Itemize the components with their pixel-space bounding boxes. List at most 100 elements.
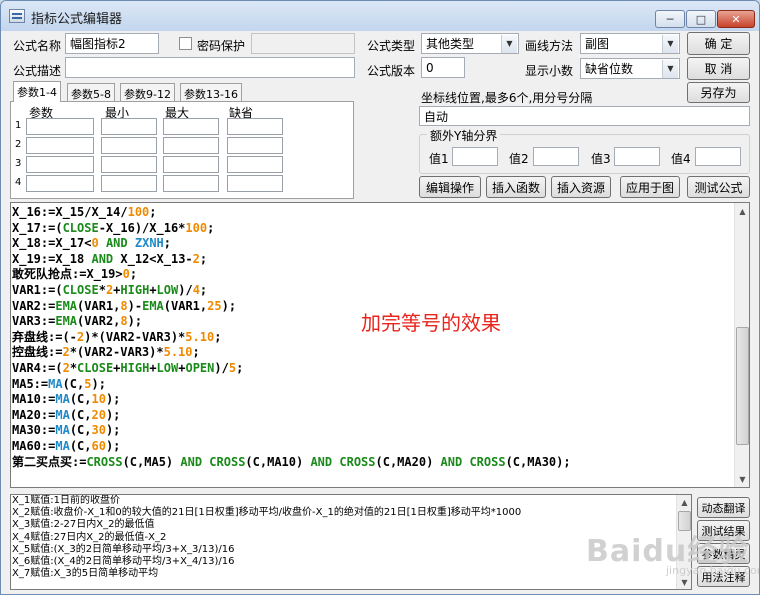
code-token: CROSS bbox=[339, 454, 376, 469]
code-token: (VAR2, bbox=[77, 314, 121, 329]
decimals-select[interactable]: 缺省位数 ▼ bbox=[580, 58, 680, 79]
param-4-max[interactable] bbox=[163, 175, 219, 192]
code-token: MA bbox=[55, 407, 70, 422]
code-token: 10 bbox=[91, 392, 106, 407]
maximize-button[interactable]: □ bbox=[686, 10, 716, 28]
tab-params-5-8[interactable]: 参数5-8 bbox=[67, 83, 115, 101]
save-as-button[interactable]: 另存为 bbox=[687, 82, 750, 103]
code-token: X_19:=X_18 bbox=[12, 251, 92, 266]
edit-operation-button[interactable]: 编辑操作 bbox=[419, 176, 481, 198]
code-token: * bbox=[69, 360, 78, 375]
minimize-icon: ─ bbox=[666, 12, 674, 26]
code-token: 5 bbox=[228, 360, 237, 375]
code-token: (VAR1, bbox=[77, 298, 121, 313]
code-token: MA5:= bbox=[12, 376, 49, 391]
code-token: X_17:=( bbox=[12, 220, 63, 235]
y-value-2-input[interactable] bbox=[533, 147, 579, 166]
param-2-name[interactable] bbox=[26, 137, 94, 154]
formula-type-select[interactable]: 其他类型 ▼ bbox=[421, 33, 519, 54]
param-2-min[interactable] bbox=[101, 137, 157, 154]
param-1-default[interactable] bbox=[227, 118, 283, 135]
code-token: (C,MA30); bbox=[505, 454, 571, 469]
apply-to-chart-button[interactable]: 应用于图 bbox=[620, 176, 680, 198]
code-token: 第二买点买:= bbox=[12, 454, 87, 469]
code-token: -X_16)/X_16* bbox=[98, 220, 186, 235]
y-value-4-label: 值4 bbox=[671, 152, 691, 166]
param-3-default[interactable] bbox=[227, 156, 283, 173]
insert-resource-button[interactable]: 插入资源 bbox=[551, 176, 611, 198]
y-value-1-input[interactable] bbox=[452, 147, 498, 166]
code-token: LOW bbox=[156, 282, 179, 297]
code-token: ); bbox=[105, 423, 121, 438]
param-4-name[interactable] bbox=[26, 175, 94, 192]
formula-name-label: 公式名称 bbox=[13, 39, 62, 53]
code-token: 2 bbox=[192, 251, 200, 266]
code-token: ); bbox=[221, 298, 237, 313]
y-value-4-input[interactable] bbox=[695, 147, 741, 166]
code-token: AND bbox=[180, 454, 203, 469]
cancel-button[interactable]: 取 消 bbox=[687, 57, 750, 80]
ok-button[interactable]: 确 定 bbox=[687, 32, 750, 55]
code-token: AND bbox=[310, 454, 333, 469]
decimals-value: 缺省位数 bbox=[585, 62, 634, 76]
code-token: 8 bbox=[120, 298, 128, 313]
param-1-min[interactable] bbox=[101, 118, 157, 135]
scroll-thumb[interactable] bbox=[736, 327, 749, 445]
annotation-text: 加完等号的效果 bbox=[361, 311, 501, 335]
formula-type-label: 公式类型 bbox=[367, 39, 416, 53]
close-button[interactable]: ✕ bbox=[717, 10, 755, 28]
code-token: 25 bbox=[207, 298, 222, 313]
chevron-down-icon[interactable]: ▼ bbox=[662, 60, 678, 78]
param-2-max[interactable] bbox=[163, 137, 219, 154]
formula-name-input[interactable]: 幅图指标2 bbox=[65, 33, 159, 54]
code-token: *(VAR2-VAR3)* bbox=[69, 345, 164, 360]
param-1-max[interactable] bbox=[163, 118, 219, 135]
param-2-default[interactable] bbox=[227, 137, 283, 154]
code-token: )- bbox=[127, 298, 143, 313]
chevron-down-icon[interactable]: ▼ bbox=[662, 35, 678, 53]
scroll-down-icon[interactable]: ▼ bbox=[735, 471, 750, 487]
formula-code-editor[interactable]: X_16:=X_15/X_14/100; X_17:=(CLOSE-X_16)/X… bbox=[10, 202, 750, 488]
code-token: ; bbox=[199, 251, 208, 266]
code-token: 100 bbox=[127, 205, 150, 219]
param-4-min[interactable] bbox=[101, 175, 157, 192]
dynamic-translate-button[interactable]: 动态翻译 bbox=[697, 497, 750, 518]
param-row-index: 4 bbox=[15, 177, 22, 188]
draw-method-select[interactable]: 副图 ▼ bbox=[580, 33, 680, 54]
minimize-button[interactable]: ─ bbox=[655, 10, 685, 28]
code-token: ; bbox=[163, 236, 172, 251]
code-token: 60 bbox=[91, 438, 106, 453]
tab-params-13-16[interactable]: 参数13-16 bbox=[180, 83, 242, 101]
scroll-up-icon[interactable]: ▲ bbox=[677, 495, 692, 509]
test-formula-button[interactable]: 测试公式 bbox=[687, 176, 750, 198]
password-input[interactable] bbox=[251, 33, 355, 54]
param-row-index: 3 bbox=[15, 158, 22, 169]
password-checkbox[interactable] bbox=[179, 37, 192, 50]
formula-desc-input[interactable] bbox=[65, 57, 355, 78]
draw-method-label: 画线方法 bbox=[525, 39, 574, 53]
param-4-default[interactable] bbox=[227, 175, 283, 192]
axis-position-input[interactable]: 自动 bbox=[419, 106, 750, 126]
title-bar[interactable]: 指标公式编辑器 ─ □ ✕ bbox=[1, 1, 759, 31]
editor-scrollbar[interactable]: ▲ ▼ bbox=[734, 203, 749, 487]
param-1-name[interactable] bbox=[26, 118, 94, 135]
param-3-name[interactable] bbox=[26, 156, 94, 173]
param-3-max[interactable] bbox=[163, 156, 219, 173]
code-token: CLOSE bbox=[77, 360, 114, 375]
tab-params-9-12[interactable]: 参数9-12 bbox=[120, 83, 175, 101]
formula-type-value: 其他类型 bbox=[426, 37, 475, 51]
formula-code[interactable]: X_16:=X_15/X_14/100; X_17:=(CLOSE-X_16)/X… bbox=[12, 205, 571, 470]
formula-version-input[interactable]: 0 bbox=[421, 57, 465, 78]
scroll-down-icon[interactable]: ▼ bbox=[677, 575, 692, 589]
tab-params-1-4[interactable]: 参数1-4 bbox=[13, 81, 61, 102]
code-token: 8 bbox=[120, 314, 128, 329]
code-token: )/ bbox=[214, 360, 229, 375]
insert-function-button[interactable]: 插入函数 bbox=[486, 176, 546, 198]
scroll-up-icon[interactable]: ▲ bbox=[735, 203, 750, 219]
param-3-min[interactable] bbox=[101, 156, 157, 173]
formula-desc-label: 公式描述 bbox=[13, 64, 62, 78]
y-value-3-input[interactable] bbox=[614, 147, 660, 166]
chevron-down-icon[interactable]: ▼ bbox=[501, 35, 517, 53]
code-token: HIGH bbox=[120, 360, 150, 375]
